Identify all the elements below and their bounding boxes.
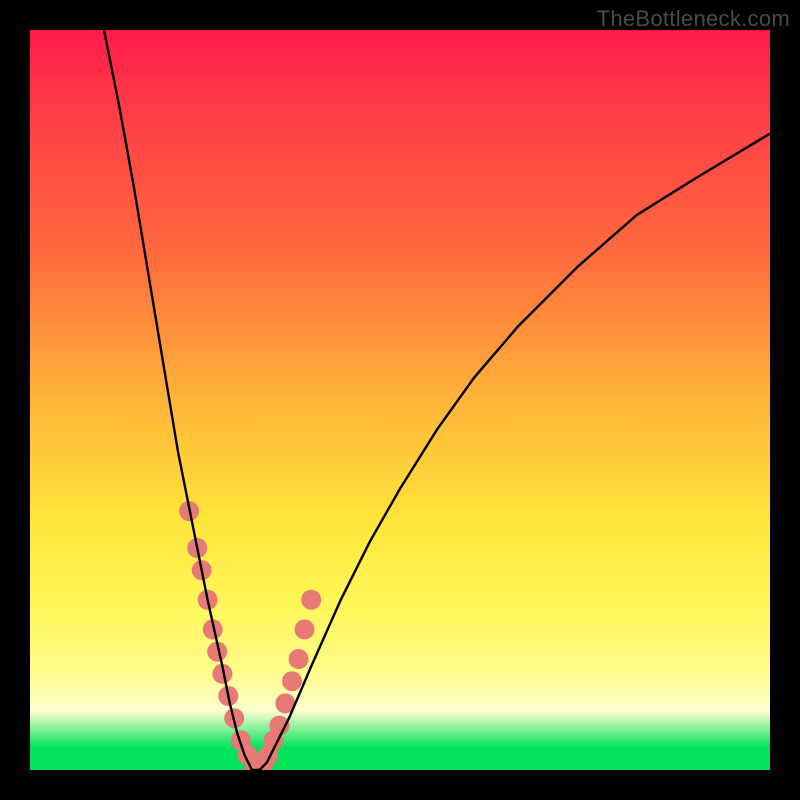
marker-dot [295,619,315,639]
bottleneck-curve-path [104,30,770,770]
plot-area [30,30,770,770]
chart-frame: TheBottleneck.com [0,0,800,800]
curve-svg [30,30,770,770]
marker-dot [289,649,309,669]
marker-group [179,501,321,770]
marker-dot [301,590,321,610]
watermark-text: TheBottleneck.com [597,6,790,32]
marker-dot [282,671,302,691]
